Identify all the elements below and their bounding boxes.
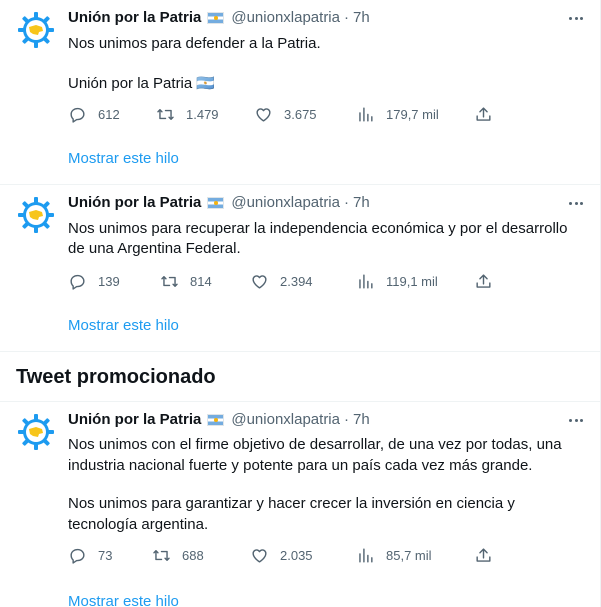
avatar[interactable] [16,412,56,452]
retweet-icon [153,549,170,561]
share-button[interactable] [474,104,493,124]
views-icon [359,106,373,122]
share-icon [476,273,491,288]
reply-icon [70,548,85,564]
tweet-text: Nos unimos para defender a la Patria. Un… [68,34,588,94]
views-icon [359,547,373,563]
tweet-header: Unión por la Patria @unionxlapatria · 7h [68,410,370,430]
author-name[interactable]: Unión por la Patria [68,8,201,28]
heart-icon [256,107,271,122]
promoted-tweet-heading: Tweet promocionado [16,366,216,388]
separator-dot: · [344,411,349,428]
share-button[interactable] [474,271,493,291]
divider [0,351,600,352]
heart-icon [252,548,267,563]
tweet-actions: 612 1.479 3.675 179,7 mil [68,104,498,124]
union-por-la-patria-logo-icon [18,12,54,48]
more-options-icon[interactable] [569,195,583,211]
share-icon [476,547,491,562]
show-thread-link[interactable]: Mostrar este hilo [68,149,179,169]
author-handle[interactable]: @unionxlapatria [231,410,340,430]
author-handle[interactable]: @unionxlapatria [231,8,340,28]
retweet-button[interactable]: 688 [152,545,204,565]
timestamp[interactable]: 7h [353,193,370,213]
tweet[interactable]: Unión por la Patria @unionxlapatria · 7h… [0,0,600,184]
tweet[interactable]: Unión por la Patria @unionxlapatria · 7h… [0,185,600,351]
heart-icon [252,274,267,289]
views-button[interactable]: 85,7 mil [356,545,432,565]
retweet-count: 814 [190,273,212,289]
argentina-flag-icon [207,414,225,426]
tweet-header: Unión por la Patria @unionxlapatria · 7h [68,8,370,28]
retweet-icon [161,275,178,287]
like-count: 3.675 [284,106,317,122]
view-count: 85,7 mil [386,547,432,563]
timeline: Unión por la Patria @unionxlapatria · 7h… [0,0,601,607]
tweet-paragraph: Unión por la Patria 🇦🇷 [68,75,216,92]
avatar[interactable] [16,195,56,235]
view-count: 179,7 mil [386,106,439,122]
share-icon [476,106,491,121]
retweet-icon [157,108,174,120]
reply-icon [70,274,85,290]
tweet[interactable]: Unión por la Patria @unionxlapatria · 7h… [0,402,600,607]
author-name[interactable]: Unión por la Patria [68,410,201,430]
views-icon [359,273,373,289]
timestamp[interactable]: 7h [353,410,370,430]
like-button[interactable]: 2.035 [250,545,313,565]
reply-button[interactable]: 612 [68,104,120,124]
like-button[interactable]: 2.394 [250,271,313,291]
separator-dot: · [344,9,349,26]
retweet-button[interactable]: 1.479 [156,104,219,124]
views-button[interactable]: 119,1 mil [356,271,438,291]
tweet-paragraph: Nos unimos para defender a la Patria. [68,35,321,52]
tweet-paragraph: Nos unimos para garantizar y hacer crece… [68,495,515,533]
retweet-button[interactable]: 814 [160,271,212,291]
like-count: 2.394 [280,273,313,289]
argentina-flag-icon [207,197,225,209]
avatar[interactable] [16,10,56,50]
like-button[interactable]: 3.675 [254,104,317,124]
reply-icon [70,107,85,123]
more-options-icon[interactable] [569,10,583,26]
share-button[interactable] [474,545,493,565]
separator-dot: · [344,194,349,211]
retweet-count: 688 [182,547,204,563]
author-handle[interactable]: @unionxlapatria [231,193,340,213]
tweet-header: Unión por la Patria @unionxlapatria · 7h [68,193,370,213]
author-name[interactable]: Unión por la Patria [68,193,201,213]
show-thread-link[interactable]: Mostrar este hilo [68,316,179,336]
union-por-la-patria-logo-icon [18,414,54,450]
tweet-text: Nos unimos con el firme objetivo de desa… [68,434,588,535]
reply-button[interactable]: 73 [68,545,112,565]
view-count: 119,1 mil [386,273,438,289]
more-options-icon[interactable] [569,412,583,428]
like-count: 2.035 [280,547,313,563]
retweet-count: 1.479 [186,106,219,122]
tweet-paragraph: Nos unimos para recuperar la independenc… [68,220,568,257]
tweet-actions: 139 814 2.394 119,1 mil [68,271,498,291]
show-thread-link[interactable]: Mostrar este hilo [68,592,179,607]
reply-count: 139 [98,273,120,289]
tweet-paragraph: Nos unimos con el firme objetivo de desa… [68,436,562,474]
views-button[interactable]: 179,7 mil [356,104,439,124]
reply-count: 612 [98,106,120,122]
argentina-flag-icon [207,12,225,24]
reply-count: 73 [98,547,113,563]
tweet-actions: 73 688 2.035 85,7 mil [68,545,498,565]
union-por-la-patria-logo-icon [18,197,54,233]
reply-button[interactable]: 139 [68,271,120,291]
timestamp[interactable]: 7h [353,8,370,28]
tweet-text: Nos unimos para recuperar la independenc… [68,219,588,259]
